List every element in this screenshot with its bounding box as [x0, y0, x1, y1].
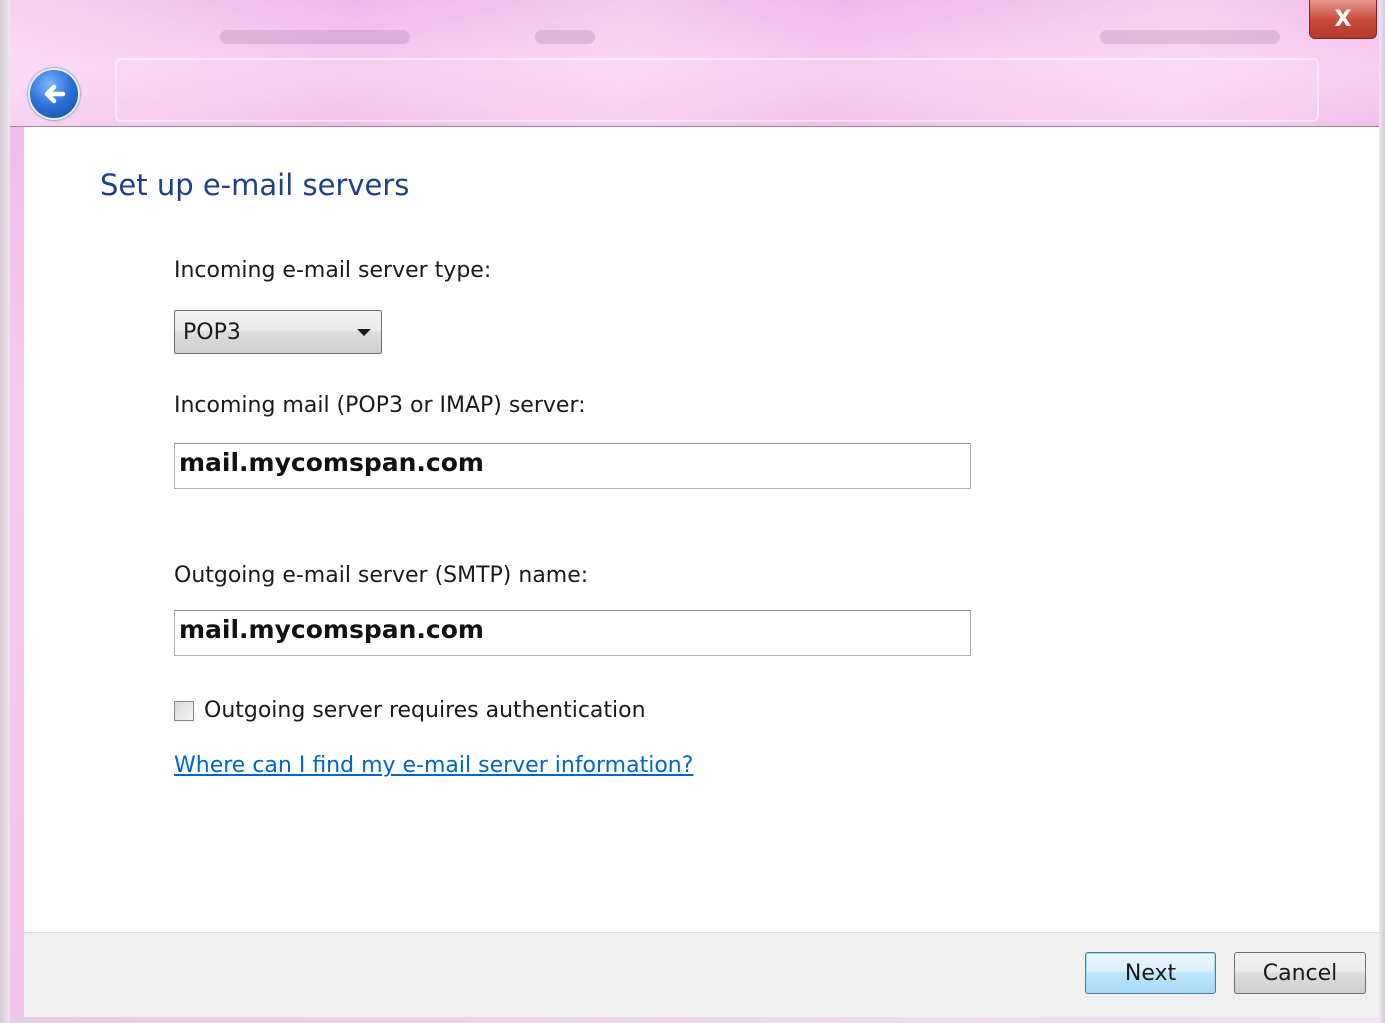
wizard-content-area	[24, 127, 1379, 932]
window-frame-left	[0, 0, 10, 1023]
back-arrow-icon	[44, 84, 66, 104]
title-bar	[10, 0, 1379, 127]
blurred-title-text	[220, 30, 410, 44]
blurred-title-text	[1100, 30, 1280, 44]
close-button[interactable]: X	[1309, 0, 1377, 39]
auth-checkbox-label[interactable]: Outgoing server requires authentication	[204, 698, 646, 723]
incoming-server-label: Incoming mail (POP3 or IMAP) server:	[174, 393, 586, 418]
setup-wizard-window: X Set up e-mail servers Incoming e-mail …	[0, 0, 1385, 1023]
window-frame-right	[1379, 0, 1385, 1023]
cancel-button[interactable]: Cancel	[1234, 952, 1366, 994]
blurred-background-window	[115, 58, 1319, 122]
blurred-title-text	[535, 30, 595, 44]
auth-checkbox-row[interactable]: Outgoing server requires authentication	[174, 698, 646, 723]
server-info-help-link[interactable]: Where can I find my e-mail server inform…	[174, 753, 693, 778]
close-icon: X	[1334, 6, 1352, 32]
incoming-server-value: mail.mycomspan.com	[179, 447, 484, 477]
page-title: Set up e-mail servers	[100, 168, 410, 202]
back-button[interactable]	[28, 68, 80, 120]
outgoing-server-value: mail.mycomspan.com	[179, 614, 484, 644]
outgoing-server-label: Outgoing e-mail server (SMTP) name:	[174, 563, 589, 588]
next-button[interactable]: Next	[1085, 952, 1216, 994]
auth-checkbox[interactable]	[174, 700, 194, 721]
incoming-type-label: Incoming e-mail server type:	[174, 258, 492, 283]
incoming-type-dropdown[interactable]: POP3	[174, 310, 382, 354]
incoming-type-value: POP3	[183, 319, 241, 345]
incoming-server-input[interactable]: mail.mycomspan.com	[174, 443, 971, 489]
window-frame-bottom	[10, 1017, 1379, 1023]
chevron-down-icon	[357, 328, 371, 336]
outgoing-server-input[interactable]: mail.mycomspan.com	[174, 610, 971, 656]
